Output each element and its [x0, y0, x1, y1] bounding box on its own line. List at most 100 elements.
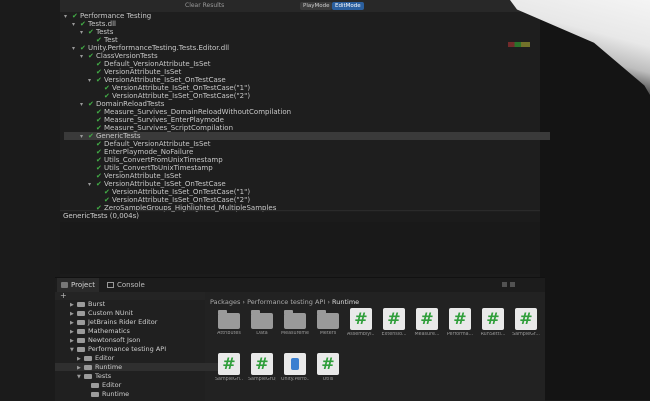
project-toolbar: + — [55, 292, 205, 300]
expand-arrow-icon[interactable]: ▶ — [77, 355, 84, 363]
test-row[interactable]: ▾ ✔ DomainReloadTests — [80, 100, 164, 108]
lock-icon[interactable] — [502, 282, 507, 287]
asset-tile[interactable]: Data — [248, 308, 276, 336]
folder-label: Performance testing API — [88, 345, 167, 353]
test-row[interactable]: ✔ VersionAttribute_IsSet — [88, 172, 181, 180]
status-text: GenericTests (0,004s) — [63, 212, 139, 220]
test-row[interactable]: ✔ VersionAttribute_IsSet_OnTestCase("1") — [96, 188, 250, 196]
expand-arrow-icon[interactable]: ▾ — [72, 45, 80, 53]
passed-check-icon: ✔ — [96, 180, 102, 188]
test-name: Test — [104, 36, 118, 44]
test-row[interactable]: ▾ ✔ Performance Testing — [64, 12, 151, 20]
folder-tree-item[interactable]: ▶ Custom NUnit — [55, 309, 212, 317]
menu-icon[interactable] — [510, 282, 515, 287]
expand-arrow-icon[interactable]: ▾ — [80, 133, 88, 141]
test-row[interactable]: ✔ Default_VersionAttribute_IsSet — [88, 60, 210, 68]
test-row[interactable]: ✔ Utils_ConvertFromUnixTimestamp — [88, 156, 223, 164]
asset-tile[interactable]: Measuremen... — [281, 308, 309, 336]
breadcrumb-packages[interactable]: Packages — [210, 298, 240, 306]
expand-arrow-icon[interactable]: ▾ — [88, 77, 96, 85]
result-indicators — [440, 42, 540, 48]
folder-tree-item[interactable]: ▶ Burst — [55, 300, 212, 308]
expand-arrow-icon[interactable]: ▾ — [80, 101, 88, 109]
test-row[interactable]: ✔ VersionAttribute_IsSet_OnTestCase("2") — [96, 196, 250, 204]
test-row[interactable]: ✔ Test — [88, 36, 118, 44]
expand-arrow-icon[interactable]: ▶ — [70, 328, 77, 336]
expand-arrow-icon[interactable]: ▾ — [80, 29, 88, 37]
test-row[interactable]: ✔ VersionAttribute_IsSet — [88, 68, 181, 76]
test-name: VersionAttribute_IsSet_OnTestCase — [104, 180, 226, 188]
breadcrumb-package[interactable]: Performance testing API — [247, 298, 325, 306]
test-row[interactable]: ✔ Measure_Survives_DomainReloadWithoutCom… — [88, 108, 291, 116]
passed-check-icon: ✔ — [96, 164, 102, 172]
test-row[interactable]: ▾ ✔ VersionAttribute_IsSet_OnTestCase — [88, 180, 226, 188]
folder-tree-item[interactable]: ▶ Editor — [55, 354, 219, 362]
asset-tile[interactable]: # Measure... — [413, 308, 441, 337]
csharp-script-icon: # — [317, 353, 339, 375]
folder-label: Newtonsoft Json — [88, 336, 141, 344]
playmode-tab[interactable]: PlayMode — [300, 2, 333, 10]
asset-tile[interactable]: Unity.Perfo... — [281, 353, 309, 382]
test-row[interactable]: ▾ ✔ VersionAttribute_IsSet_OnTestCase — [88, 76, 226, 84]
test-row[interactable]: ▾ ✔ GenericTests — [64, 132, 550, 140]
test-name: VersionAttribute_IsSet — [104, 68, 182, 76]
asset-tile[interactable]: # SampleGrOp... — [248, 353, 276, 382]
test-row[interactable]: ✔ Measure_Survives_EnterPlaymode — [88, 116, 224, 124]
test-row[interactable]: ✔ Measure_Survives_ScriptCompilation — [88, 124, 233, 132]
folder-tree-item[interactable]: Editor — [55, 381, 226, 389]
folder-icon — [77, 319, 85, 325]
test-name: VersionAttribute_IsSet_OnTestCase("1") — [112, 84, 251, 92]
test-name: DomainReloadTests — [96, 100, 165, 108]
expand-arrow-icon[interactable]: ▶ — [70, 301, 77, 309]
tab-project[interactable]: Project — [57, 278, 99, 292]
test-row[interactable]: ✔ EnterPlaymode_NoFailure — [88, 148, 193, 156]
passed-check-icon: ✔ — [96, 148, 102, 156]
folder-tree-item[interactable]: Runtime — [55, 390, 226, 398]
tab-console[interactable]: Console — [103, 278, 149, 292]
asset-tile[interactable]: # Extensio... — [380, 308, 408, 337]
test-name: Measure_Survives_EnterPlaymode — [104, 116, 224, 124]
csharp-script-icon: # — [251, 353, 273, 375]
folder-tree-item[interactable]: ▼ Performance testing API — [55, 345, 212, 353]
folder-tree-item[interactable]: ▶ JetBrains Rider Editor — [55, 318, 212, 326]
expand-arrow-icon[interactable]: ▶ — [77, 364, 84, 372]
test-row[interactable]: ✔ Utils_ConvertToUnixTimestamp — [88, 164, 213, 172]
test-row[interactable]: ▾ ✔ Tests.dll — [72, 20, 116, 28]
asset-tile[interactable]: # SampleGrl... — [215, 353, 243, 382]
expand-arrow-icon[interactable]: ▾ — [64, 13, 72, 21]
expand-arrow-icon[interactable]: ▼ — [77, 373, 84, 381]
test-row[interactable]: ✔ VersionAttribute_IsSet_OnTestCase("1") — [96, 84, 250, 92]
assembly-definition-icon — [284, 353, 306, 375]
asset-tile[interactable]: # SampleGr... — [512, 308, 540, 337]
test-row[interactable]: ▾ ✔ ClassVersionTests — [80, 52, 158, 60]
asset-tile[interactable]: # Performa... — [446, 308, 474, 337]
test-row[interactable]: ▾ ✔ Unity.PerformanceTesting.Tests.Editor.… — [72, 44, 229, 52]
test-name: VersionAttribute_IsSet_OnTestCase("2") — [112, 92, 251, 100]
folder-tree-item[interactable]: ▼ Tests — [55, 372, 219, 380]
expand-arrow-icon[interactable]: ▾ — [80, 53, 88, 61]
editmode-tab[interactable]: EditMode — [332, 2, 364, 10]
expand-arrow-icon[interactable]: ▾ — [88, 181, 96, 189]
expand-arrow-icon[interactable]: ▾ — [72, 21, 80, 29]
test-row[interactable]: ✔ Default_VersionAttribute_IsSet — [88, 140, 210, 148]
expand-arrow-icon[interactable]: ▼ — [70, 346, 77, 354]
expand-arrow-icon[interactable]: ▶ — [70, 310, 77, 318]
expand-arrow-icon[interactable]: ▶ — [70, 337, 77, 345]
clear-results-button[interactable]: Clear Results — [185, 0, 224, 12]
expand-arrow-icon[interactable]: ▶ — [70, 319, 77, 327]
asset-tile[interactable]: Attributes — [215, 308, 243, 336]
folder-tree-item[interactable]: ▶ Newtonsoft Json — [55, 336, 212, 344]
test-row[interactable]: ✔ VersionAttribute_IsSet_OnTestCase("2") — [96, 92, 250, 100]
window-controls — [499, 281, 539, 288]
test-row[interactable]: ▾ ✔ Tests — [80, 28, 113, 36]
asset-tile[interactable]: # AssemblyI... — [347, 308, 375, 337]
breadcrumb-folder[interactable]: Runtime — [332, 298, 359, 306]
add-button[interactable]: + — [60, 292, 67, 300]
tab-project-label: Project — [71, 281, 95, 289]
folder-tree-item[interactable]: ▶ Mathematics — [55, 327, 212, 335]
asset-label: Attributes — [217, 331, 241, 336]
asset-tile[interactable]: # RunSetti... — [479, 308, 507, 337]
asset-tile[interactable]: # Utils — [314, 353, 342, 382]
asset-tile[interactable]: Meters — [314, 308, 342, 336]
folder-tree-item[interactable]: ▶ Runtime — [55, 363, 219, 371]
